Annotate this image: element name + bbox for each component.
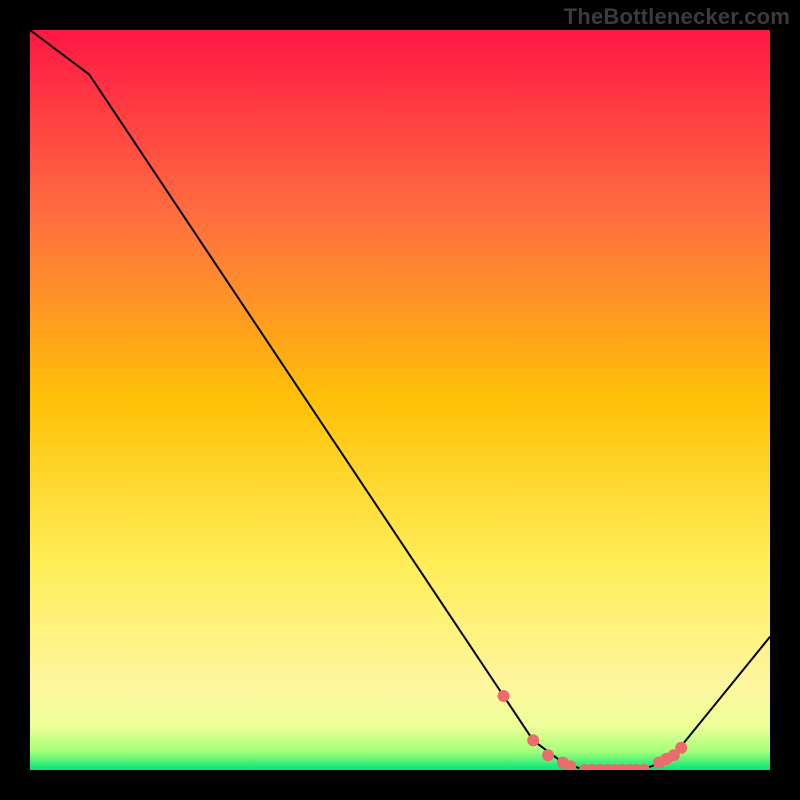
marker-point [675,742,687,754]
marker-point [498,690,510,702]
curve-layer [30,30,770,770]
plot-area [30,30,770,770]
marker-point [527,734,539,746]
marker-point [638,764,650,770]
watermark-text: TheBottlenecker.com [564,4,790,30]
marker-point [542,749,554,761]
bottleneck-curve [30,30,770,770]
chart-frame: TheBottlenecker.com [0,0,800,800]
